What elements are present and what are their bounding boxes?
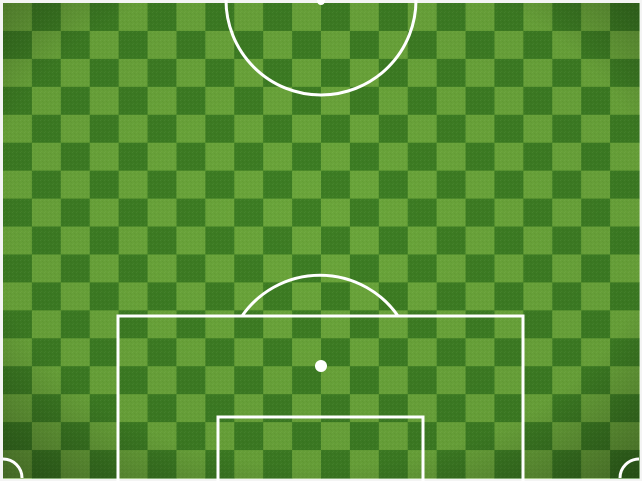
football-pitch	[0, 0, 642, 481]
penalty-spot	[315, 360, 327, 372]
pitch-canvas	[0, 0, 642, 481]
turf-vignette	[3, 3, 639, 478]
